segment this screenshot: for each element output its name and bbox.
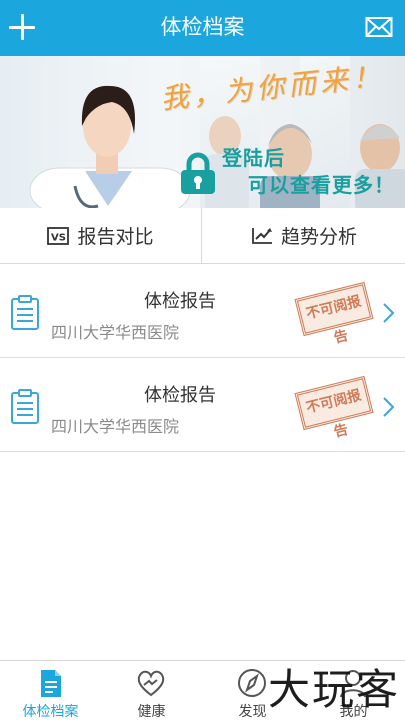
clipboard-icon	[11, 389, 39, 424]
report-hospital: 四川大学华西医院	[51, 417, 180, 436]
report-title: 体检报告	[144, 291, 216, 312]
heart-hand-icon	[137, 670, 165, 697]
document-icon	[41, 670, 61, 697]
report-card[interactable]: 体检报告 四川大学华西医院 不可阅报告	[0, 358, 405, 452]
tab-report-compare-label: 报告对比	[77, 226, 154, 248]
compass-icon	[238, 669, 266, 697]
nav-checkup-records[interactable]: 体检档案	[0, 661, 101, 720]
login-prompt-line2: 可以查看更多！	[248, 173, 395, 197]
top-bar: 体检档案	[0, 0, 405, 56]
tab-report-compare[interactable]: VS 报告对比	[0, 208, 202, 263]
trend-chart-icon	[252, 227, 272, 244]
login-banner[interactable]: 我，为你而来！ 登陆后 可以查看更多！	[0, 56, 405, 208]
nav-health-label: 健康	[137, 704, 166, 720]
watermark: 大玩客	[268, 665, 401, 714]
page-title: 体检档案	[160, 15, 245, 39]
unreadable-stamp: 不可阅报告	[294, 375, 374, 441]
tab-trend-analysis[interactable]: 趋势分析	[203, 208, 405, 263]
report-card[interactable]: 体检报告 四川大学华西医院 不可阅报告	[0, 264, 405, 358]
vs-icon: VS	[47, 226, 70, 245]
lock-icon	[181, 152, 215, 194]
report-hospital: 四川大学华西医院	[51, 323, 180, 342]
action-tabs: VS 报告对比 趋势分析	[0, 208, 405, 264]
svg-text:VS: VS	[51, 232, 66, 243]
login-prompt-line1: 登陆后	[222, 146, 285, 170]
chevron-right-icon[interactable]	[381, 302, 395, 324]
unreadable-stamp: 不可阅报告	[294, 281, 374, 347]
report-title: 体检报告	[144, 385, 216, 406]
nav-checkup-records-label: 体检档案	[22, 704, 79, 720]
clipboard-icon	[11, 295, 39, 330]
chevron-right-icon[interactable]	[381, 396, 395, 418]
mail-icon[interactable]	[365, 15, 393, 39]
nav-health[interactable]: 健康	[101, 661, 202, 720]
tab-trend-analysis-label: 趋势分析	[280, 226, 357, 248]
